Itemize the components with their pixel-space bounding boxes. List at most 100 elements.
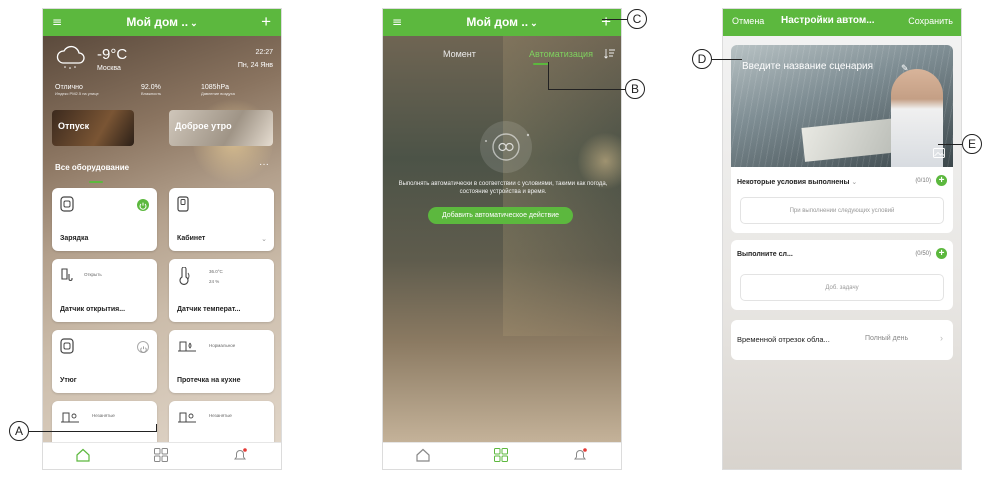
save-button[interactable]: Сохранить [908,16,953,26]
device-name: Утюг [60,377,77,384]
home-screen: ≡ Мой дом .. ⌄ + -9°C Москва 22:27 Пн, 24… [42,8,282,470]
chevron-down-icon: ⌄ [530,18,538,28]
add-icon[interactable]: + [601,11,611,33]
page-title: Настройки автом... [781,15,875,26]
stat-value: Отлично [55,84,83,91]
add-condition-button[interactable]: + [936,175,947,186]
automation-top-bar: ≡ Мой дом .. ⌄ + [383,9,621,36]
air-quality-stat: Отлично Индекс PM2.5 на улице [55,84,99,96]
tab-automation[interactable]: Автоматизация [529,49,593,59]
change-image-icon[interactable] [933,148,945,158]
home-name: Мой дом .. [126,15,189,29]
device-status: Незанятые [92,413,115,418]
city: Москва [97,65,121,72]
humidity-stat: 92.0% Влажность [141,84,161,96]
stat-label: Индекс PM2.5 на улице [55,91,99,96]
callout-line [938,144,962,145]
device-card-temp-sensor[interactable]: 36.0°C 24 % Датчик температ... [169,259,274,322]
tab-moment[interactable]: Момент [443,49,476,59]
scene-card-morning[interactable]: Доброе утро [169,110,273,146]
socket-icon [60,196,74,212]
thermometer-icon [179,267,190,285]
device-card-cabinet[interactable]: Кабинет ⌄ [169,188,274,251]
chevron-down-icon[interactable]: ⌄ [261,235,267,243]
add-task-box[interactable]: Доб. задачу [740,274,944,301]
bell-icon [234,448,247,460]
scene-card-away[interactable]: Отпуск [52,110,134,146]
device-name: Кабинет [177,235,206,242]
device-card-charger[interactable]: Зарядка [52,188,157,251]
actions-panel: Выполните сл... (0/50) + Доб. задачу [731,240,953,310]
cloud-icon [56,45,85,69]
tab-home[interactable] [415,447,435,465]
automation-background [383,36,621,444]
temperature: -9°C [97,46,128,63]
edit-icon[interactable]: ✎ [901,63,909,74]
bottom-tab-bar [383,442,621,469]
device-card-door-sensor[interactable]: Открыть Датчик открытия... [52,259,157,322]
scene-label: Отпуск [58,121,90,131]
callout-e: E [962,134,982,154]
settings-top-bar: Отмена Настройки автом... Сохранить [723,9,961,36]
home-selector[interactable]: Мой дом .. ⌄ [383,15,621,29]
automation-illustration [480,121,532,173]
bottom-tab-bar [43,442,281,469]
more-icon[interactable]: ··· [259,159,269,170]
device-card-leak-sensor[interactable]: Нормальное Протечка на кухне [169,330,274,393]
add-action-button[interactable]: + [936,248,947,259]
tab-devices[interactable] [153,447,173,465]
home-top-bar: ≡ Мой дом .. ⌄ + [43,9,281,36]
leak-sensor-icon [178,341,196,352]
motion-sensor-icon [178,412,196,423]
power-toggle-off[interactable] [137,341,149,353]
device-status: Незанятые [209,413,232,418]
power-toggle-on[interactable] [137,199,149,211]
tab-notifications[interactable] [571,447,591,465]
tab-home[interactable] [75,447,95,465]
clock-date: Пн, 24 Янв [237,62,273,69]
chevron-down-icon: ⌄ [851,179,858,186]
automation-description: Выполнять автоматически в соответствии с… [398,181,608,196]
add-icon[interactable]: + [261,11,271,33]
automation-screen: ≡ Мой дом .. ⌄ + Момент Автоматизация Вып… [382,8,622,470]
device-name: Датчик открытия... [60,306,126,313]
tab-notifications[interactable] [231,447,251,465]
device-status: Нормальное [209,343,236,348]
conditions-title[interactable]: Некоторые условия выполнены ⌄ [737,178,857,186]
cancel-button[interactable]: Отмена [732,16,764,26]
device-name: Протечка на кухне [177,377,241,384]
home-icon [416,448,430,462]
grid-icon [494,448,508,462]
time-period-row[interactable]: Временной отрезок обла... Полный день › [731,320,953,360]
pressure-stat: 1085hPa Давление воздуха [201,84,235,96]
scenario-cover-image: Введите название сценария ✎ [731,45,953,167]
automation-settings-screen: Отмена Настройки автом... Сохранить Введ… [722,8,962,470]
temperature-reading: 36.0°C [209,269,223,274]
grid-icon [154,448,168,462]
power-icon [140,346,147,353]
time-period-value: Полный день [865,335,909,342]
callout-line [548,89,625,90]
humidity-reading: 24 % [209,279,220,284]
callout-a: A [9,421,29,441]
bell-icon [574,448,587,460]
power-icon [139,202,147,210]
stat-label: Давление воздуха [201,91,235,96]
add-automation-button[interactable]: Добавить автоматическое действие [428,207,573,224]
callout-c: C [627,9,647,29]
callout-line [712,59,742,60]
chevron-down-icon: ⌄ [190,18,198,28]
stat-value: 1085hPa [201,84,230,91]
section-title: Все оборудование [55,163,130,172]
home-selector[interactable]: Мой дом .. ⌄ [43,15,281,29]
device-name: Датчик температ... [177,306,241,313]
scenario-name-input[interactable]: Введите название сценария [742,61,873,72]
tab-devices[interactable] [493,447,513,465]
add-condition-box[interactable]: При выполнении следующих условий [740,197,944,224]
callout-line [548,62,549,90]
callout-b: B [625,79,645,99]
actions-title: Выполните сл... [737,251,793,258]
clock-time: 22:27 [255,49,273,56]
sort-icon[interactable] [604,48,615,59]
device-card-iron[interactable]: Утюг [52,330,157,393]
